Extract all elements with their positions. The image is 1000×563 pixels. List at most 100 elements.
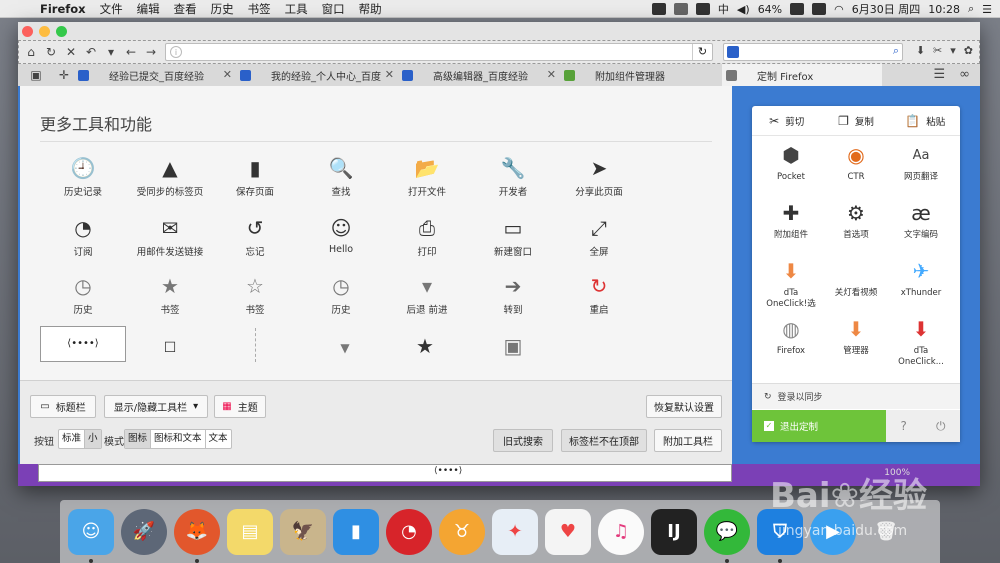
panel-item[interactable]: ✈ xThunder <box>890 258 952 299</box>
url-bar[interactable]: i ↻ <box>165 43 713 61</box>
palette-item[interactable]: ➔ 转到 <box>468 274 558 316</box>
titlebar-button[interactable]: ▭ 标题栏 <box>30 395 96 418</box>
stop-icon[interactable]: ✕ <box>63 44 79 60</box>
palette-item[interactable]: 🔧 开发者 <box>468 156 558 198</box>
spotlight-icon[interactable]: ⌕ <box>968 2 974 16</box>
panel-item[interactable]: ✚ 附加组件 <box>760 200 822 241</box>
tab-item[interactable]: 附加组件管理器 <box>560 64 722 86</box>
notification-center-icon[interactable]: ☰ <box>982 3 992 16</box>
menu-window[interactable]: 窗口 <box>322 1 345 17</box>
exit-customize-button[interactable]: ✓ 退出定制 <box>752 410 886 442</box>
wechat-dock-icon[interactable]: 💬 <box>704 508 750 563</box>
url-reload-icon[interactable]: ↻ <box>692 44 712 60</box>
tab-item[interactable]: 经验已提交_百度经验 ✕ <box>74 64 236 86</box>
add-toolbar-button[interactable]: 附加工具栏 <box>654 429 722 452</box>
palette-item[interactable]: ↺ 忘记 <box>210 216 300 258</box>
panel-item[interactable]: Aa 网页翻译 <box>890 142 952 183</box>
close-tab-icon[interactable]: ✕ <box>385 68 394 81</box>
glasses-icon[interactable]: ∞ <box>959 67 970 82</box>
palette-item[interactable]: 🔍 查找 <box>296 156 386 198</box>
palette-item[interactable]: ▾ 后退 前进 <box>382 274 472 316</box>
undo-icon[interactable]: ↶ <box>83 44 99 60</box>
panel-item[interactable]: ⬇ dTa OneClick... <box>890 316 952 368</box>
drag-space-icon[interactable]: ✛ <box>54 65 74 85</box>
flexible-space-item[interactable]: ⟨••••⟩ <box>434 466 462 476</box>
minimize-window-button[interactable] <box>39 26 50 37</box>
menu-history[interactable]: 历史 <box>211 1 234 17</box>
palette-item[interactable]: ◔ 订阅 <box>38 216 128 258</box>
reload-icon[interactable]: ↻ <box>43 44 59 60</box>
hamburger-menu-icon[interactable]: ☰ <box>934 67 946 82</box>
zoom-window-button[interactable] <box>56 26 67 37</box>
copy-button[interactable]: ❐ 复制 <box>821 114 890 128</box>
menu-tools[interactable]: 工具 <box>285 1 308 17</box>
star-item[interactable]: ★ <box>380 334 470 358</box>
panel-item[interactable]: ◍ Firefox <box>760 316 822 357</box>
close-tab-icon[interactable]: ✕ <box>547 68 556 81</box>
wifi-icon[interactable]: ◠ <box>834 3 844 16</box>
palette-item[interactable]: ↻ 重启 <box>554 274 644 316</box>
finder-icon[interactable]: ☺ <box>68 508 114 563</box>
palette-item[interactable]: ◷ 历史 <box>296 274 386 316</box>
old-search-button[interactable]: 旧式搜索 <box>493 429 553 452</box>
help-icon[interactable]: ? <box>901 419 907 433</box>
panel-item[interactable]: ⬇ dTa OneClick!选 <box>760 258 822 310</box>
panel-item[interactable]: ⚙ 首选项 <box>825 200 887 241</box>
panel-item[interactable]: ◉ CTR <box>825 142 887 183</box>
download-icon[interactable]: ⬇ <box>916 44 925 57</box>
display-icon[interactable] <box>695 3 710 15</box>
extension-icon[interactable]: ✿ <box>964 44 973 57</box>
panel-item[interactable]: 关灯看视频 <box>825 258 887 299</box>
sidebar-icon[interactable]: ▣ <box>26 65 46 85</box>
palette-item[interactable]: ▲ 受同步的标签页 <box>125 156 215 198</box>
palette-item[interactable]: ⤢ 全屏 <box>554 216 644 258</box>
wechat-icon[interactable] <box>651 3 666 15</box>
rss-app-icon[interactable]: ◔ <box>386 508 432 555</box>
mode-text-option[interactable]: 文本 <box>206 430 231 448</box>
size-small-option[interactable]: 小 <box>85 430 101 448</box>
notes-icon[interactable] <box>673 3 688 15</box>
separator-item[interactable] <box>255 328 256 362</box>
dropdown-icon[interactable]: ▾ <box>103 44 119 60</box>
menu-app-name[interactable]: Firefox <box>40 2 86 16</box>
volume-icon[interactable]: ◀) <box>737 3 750 16</box>
firefox-dock-icon[interactable]: 🦊 <box>174 508 220 563</box>
palette-item[interactable]: ☆ 书签 <box>210 274 300 316</box>
sync-signin-button[interactable]: ↻ 登录以同步 <box>752 383 960 409</box>
launchpad-icon[interactable]: 🚀 <box>121 508 167 555</box>
palette-item[interactable]: ★ 书签 <box>125 274 215 316</box>
paste-button[interactable]: 📋 粘贴 <box>891 114 960 128</box>
time-text[interactable]: 10:28 <box>928 3 960 16</box>
pocket-dock-icon[interactable]: ♥ <box>545 508 591 555</box>
forward-icon[interactable]: → <box>143 44 159 60</box>
menu-edit[interactable]: 编辑 <box>137 1 160 17</box>
stickies-icon[interactable]: ▤ <box>227 508 273 555</box>
dropdown-arrow-item[interactable]: ▼ <box>300 336 390 360</box>
input-method-icon[interactable]: 中 <box>718 1 729 17</box>
palette-item[interactable]: ⎙ 打印 <box>382 216 472 258</box>
menu-dropdown-icon[interactable]: ▾ <box>950 44 956 57</box>
palette-item[interactable]: ✉ 用邮件发送链接 <box>125 216 215 258</box>
app-s-icon[interactable] <box>812 3 827 15</box>
palette-item[interactable]: ▭ 新建窗口 <box>468 216 558 258</box>
palette-item[interactable]: ☺ Hello <box>296 216 386 255</box>
spacer-item[interactable]: ☐ <box>125 336 215 360</box>
panel-item[interactable]: æ 文字编码 <box>890 200 952 241</box>
menu-file[interactable]: 文件 <box>100 1 123 17</box>
themes-button[interactable]: ▦ 主题 <box>214 395 266 418</box>
palette-item[interactable]: ➤ 分享此页面 <box>554 156 644 198</box>
close-tab-icon[interactable]: ✕ <box>223 68 232 81</box>
panel-item[interactable]: ⬇ 管理器 <box>825 316 887 357</box>
cut-button[interactable]: ✂ 剪切 <box>752 114 821 128</box>
menu-bookmarks[interactable]: 书签 <box>248 1 271 17</box>
bookmark-menu-item[interactable]: ▣ <box>468 334 558 358</box>
battery-icon[interactable] <box>790 3 805 15</box>
close-window-button[interactable] <box>22 26 33 37</box>
panel-item[interactable]: ⬢ Pocket <box>760 142 822 183</box>
tabs-not-on-top-button[interactable]: 标签栏不在顶部 <box>561 429 647 452</box>
palette-item[interactable]: 📂 打开文件 <box>382 156 472 198</box>
search-icon[interactable]: ⌕ <box>893 44 899 58</box>
quit-icon[interactable]: ⏻ <box>936 419 946 434</box>
mode-icon-option[interactable]: 图标 <box>125 430 152 448</box>
search-bar[interactable]: ⌕ <box>723 43 903 61</box>
